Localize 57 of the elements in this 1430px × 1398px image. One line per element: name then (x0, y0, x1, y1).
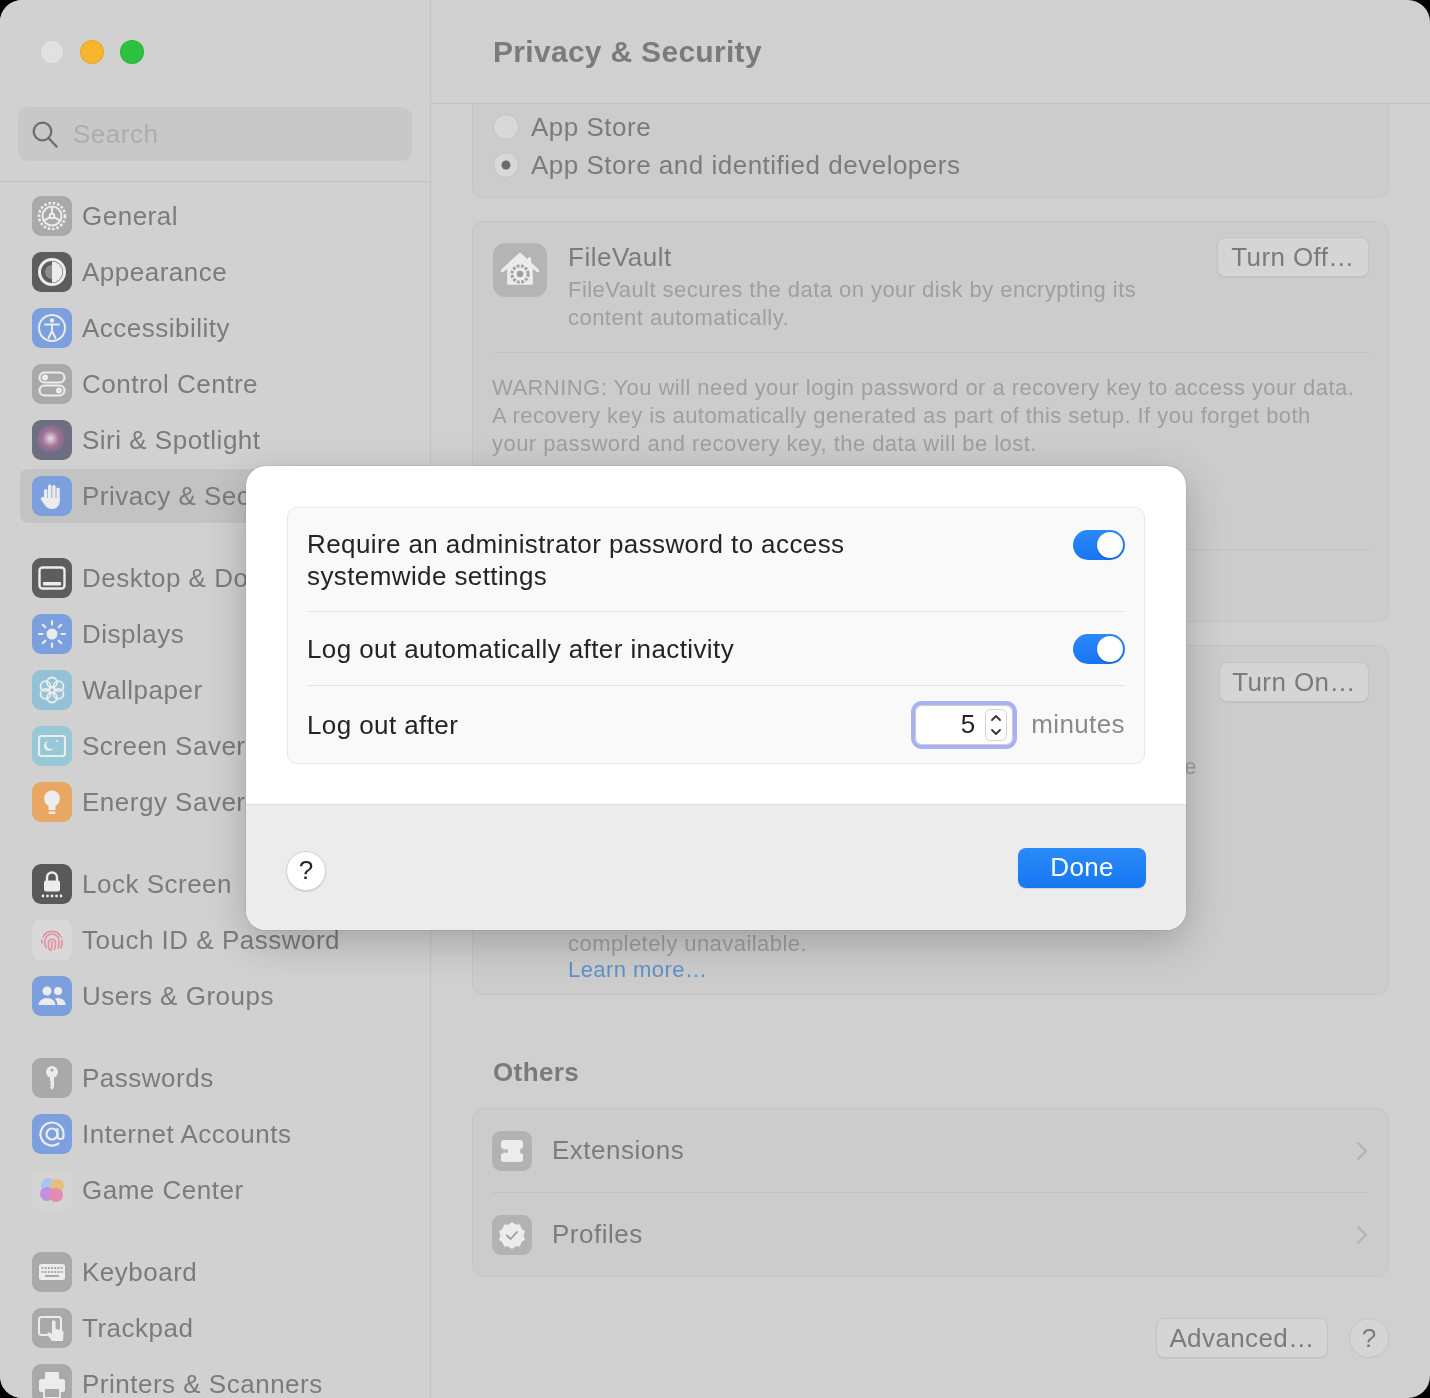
sidebar-item[interactable]: Siri & Spotlight (20, 413, 410, 467)
toggles-icon (32, 364, 72, 404)
help-button[interactable]: ? (1349, 1318, 1389, 1358)
search-icon (32, 121, 58, 148)
toggle-switch[interactable] (1073, 633, 1125, 664)
setting-label: Require an administrator password to access systemwide settings (307, 528, 846, 592)
check-badge-icon (492, 1214, 532, 1255)
sidebar-item[interactable]: Keyboard (20, 1245, 410, 1299)
at-sign-icon (32, 1114, 72, 1154)
fingerprint-icon (32, 920, 72, 960)
sidebar-item[interactable]: Trackpad (20, 1301, 410, 1355)
learn-more-link[interactable]: Learn more… (568, 957, 708, 983)
keyboard-icon (32, 1252, 72, 1292)
section-heading: Others (493, 1057, 580, 1087)
flower-icon (32, 670, 72, 710)
chevron-right-icon (1356, 1224, 1368, 1245)
done-button[interactable]: Done (1018, 847, 1146, 888)
printer-icon (32, 1364, 72, 1398)
sidebar-item[interactable]: Touch ID & Password (20, 913, 410, 967)
sidebar-item[interactable]: General (20, 189, 410, 243)
hand-icon (32, 476, 72, 516)
sidebar-item[interactable]: Appearance (20, 245, 410, 299)
window-icon (32, 558, 72, 598)
section-title: FileVault (568, 243, 672, 271)
sidebar-item[interactable]: Users & Groups (20, 969, 410, 1023)
sidebar-item[interactable]: Printers & Scanners (20, 1357, 410, 1398)
turn-off-button[interactable]: Turn Off… (1217, 237, 1369, 277)
sidebar-item[interactable]: Internet Accounts (20, 1107, 410, 1161)
people-icon (32, 976, 72, 1016)
sidebar-item[interactable]: Energy Saver (20, 775, 410, 829)
sidebar-item[interactable]: Accessibility (20, 301, 410, 355)
pointer-hand-icon (32, 1308, 72, 1348)
stepper-arrows-icon[interactable] (985, 708, 1008, 741)
settings-row[interactable]: Profiles (473, 1193, 1388, 1276)
radio-option[interactable]: App Store (493, 112, 652, 142)
moon-screen-icon (32, 726, 72, 766)
gear-icon (32, 196, 72, 236)
settings-row[interactable]: Extensions (473, 1109, 1388, 1192)
page-title: Privacy & Security (493, 34, 762, 69)
sidebar-item[interactable]: Control Centre (20, 357, 410, 411)
key-icon (32, 1058, 72, 1098)
sun-icon (32, 614, 72, 654)
setting-label: Log out automatically after inactivity (307, 632, 735, 665)
advanced-button[interactable]: Advanced… (1156, 1318, 1328, 1358)
help-button[interactable]: ? (286, 850, 326, 891)
house-icon (493, 243, 547, 297)
sidebar-item[interactable]: Game Center (20, 1163, 410, 1217)
sidebar-item[interactable]: Passwords (20, 1051, 410, 1105)
puzzle-piece-icon (492, 1130, 532, 1171)
chevron-right-icon (1356, 1140, 1368, 1161)
lock-icon (32, 864, 72, 904)
turn-on-button[interactable]: Turn On… (1219, 662, 1369, 702)
lightbulb-icon (32, 782, 72, 822)
toggle-switch[interactable] (1073, 530, 1125, 560)
unit-label: minutes (1031, 709, 1125, 740)
radio-option[interactable]: App Store and identified developers (493, 150, 961, 180)
orb-icon (32, 420, 72, 460)
